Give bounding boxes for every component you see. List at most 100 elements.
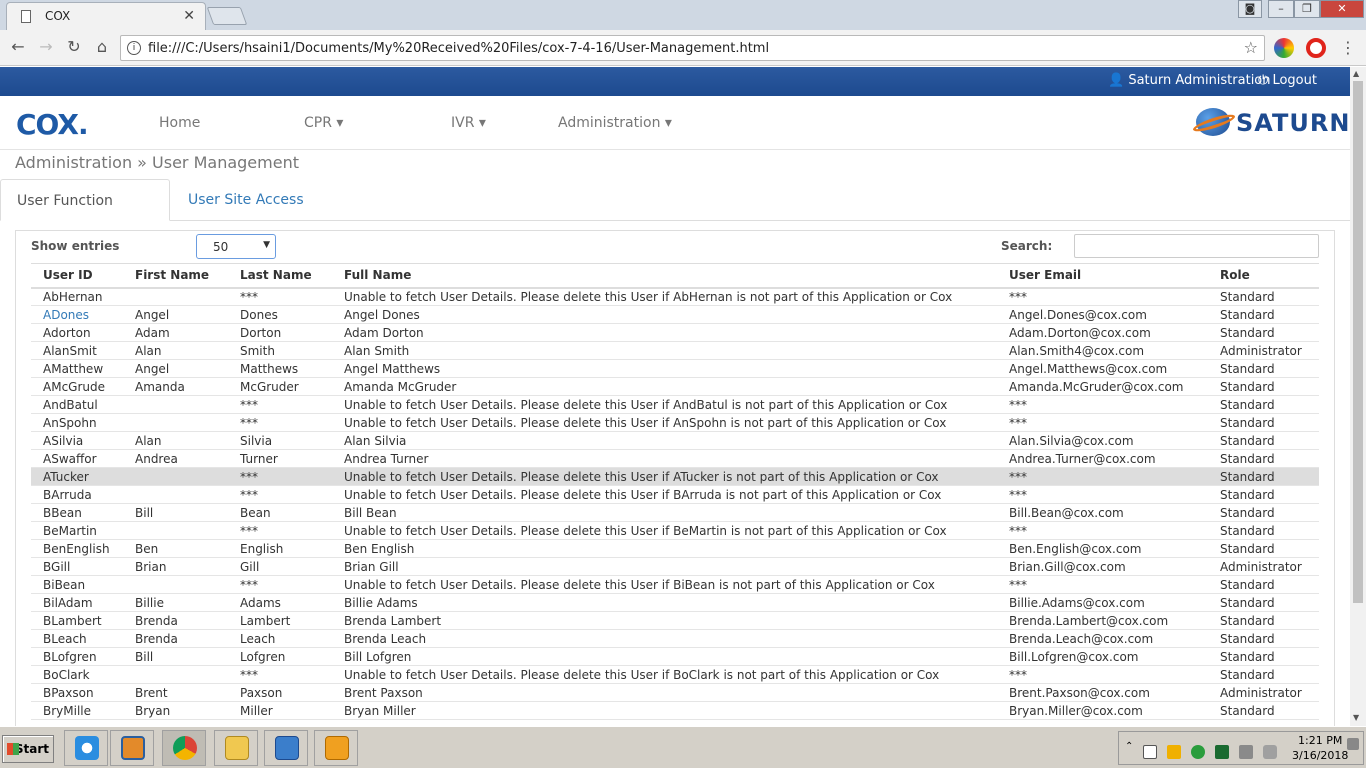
profile-icon[interactable]: ◙ (1238, 0, 1262, 18)
taskbar-ie[interactable] (64, 730, 108, 766)
user-id-cell[interactable]: AndBatul (31, 395, 123, 414)
column-header[interactable]: First Name (123, 263, 228, 289)
user-account[interactable]: 👤 Saturn Administration (1108, 73, 1271, 88)
tab-user-site-access[interactable]: User Site Access (172, 179, 320, 221)
table-row[interactable]: BenEnglish Ben English Ben English Ben.Engli… (31, 539, 1319, 558)
user-id-cell[interactable]: Adorton (31, 323, 123, 342)
taskbar-chrome[interactable] (162, 730, 206, 766)
search-input[interactable] (1074, 234, 1319, 258)
browser-tab[interactable]: COX ✕ (6, 2, 206, 30)
info-icon[interactable]: i (127, 41, 141, 55)
tab-user-function-access[interactable]: User Function Access (0, 179, 170, 251)
column-header[interactable]: Role (1208, 263, 1319, 289)
volume-icon[interactable] (1263, 745, 1277, 759)
page-scrollbar[interactable]: ▲ ▼ (1350, 67, 1366, 726)
column-header[interactable]: User Email (997, 263, 1208, 289)
user-id-cell[interactable]: BBean (31, 503, 123, 522)
table-row[interactable]: ASilvia Alan Silvia Alan Silvia Alan.Silvia@… (31, 431, 1319, 450)
scroll-up-icon[interactable]: ▲ (1353, 69, 1359, 78)
table-row[interactable]: BeMartin *** Unable to fetch User Details.… (31, 521, 1319, 540)
user-id-cell[interactable]: ADones (31, 305, 123, 324)
table-row[interactable]: AMcGrude Amanda McGruder Amanda McGruder Ama… (31, 377, 1319, 396)
user-id-cell[interactable]: BryMille (31, 701, 123, 720)
table-row[interactable]: BLambert Brenda Lambert Brenda Lambert Brend… (31, 611, 1319, 630)
nav-cpr[interactable]: CPR ▾ (304, 115, 343, 131)
security-icon[interactable] (1215, 745, 1229, 759)
user-id-cell[interactable]: BoClark (31, 665, 123, 684)
scroll-down-icon[interactable]: ▼ (1353, 713, 1359, 722)
show-hidden-icons[interactable]: ⌃ (1125, 741, 1133, 752)
table-row[interactable]: BGill Brian Gill Brian Gill Brian.Gill@cox.c… (31, 557, 1319, 576)
table-row[interactable]: ATucker *** Unable to fetch User Details. … (31, 467, 1319, 486)
user-id-cell[interactable]: AbHernan (31, 287, 123, 306)
logout-link[interactable]: ⏻ Logout (1258, 73, 1317, 88)
taskbar-remote-desktop[interactable] (264, 730, 308, 766)
sync-icon[interactable] (1191, 745, 1205, 759)
user-id-cell[interactable]: BenEnglish (31, 539, 123, 558)
taskbar-explorer[interactable] (214, 730, 258, 766)
clock[interactable]: 1:21 PM 3/16/2018 (1292, 733, 1348, 763)
table-row[interactable]: BiBean *** Unable to fetch User Details. P… (31, 575, 1319, 594)
user-id-cell[interactable]: ASilvia (31, 431, 123, 450)
table-row[interactable]: BilAdam Billie Adams Billie Adams Billie.Ada… (31, 593, 1319, 612)
extension-icon[interactable] (1274, 38, 1294, 58)
address-bar[interactable]: i file:///C:/Users/hsaini1/Documents/My%… (120, 35, 1265, 61)
user-id-cell[interactable]: BiBean (31, 575, 123, 594)
table-row[interactable]: Adorton Adam Dorton Adam Dorton Adam.Dorton@… (31, 323, 1319, 342)
user-id-cell[interactable]: BilAdam (31, 593, 123, 612)
reload-icon[interactable]: ↻ (62, 36, 86, 60)
user-id-cell[interactable]: BPaxson (31, 683, 123, 702)
user-id-cell[interactable]: AMatthew (31, 359, 123, 378)
user-id-cell[interactable]: BLambert (31, 611, 123, 630)
user-id-cell[interactable]: ATucker (31, 467, 123, 486)
user-id-cell[interactable]: BArruda (31, 485, 123, 504)
user-id-cell[interactable]: BLofgren (31, 647, 123, 666)
column-header[interactable]: User ID (31, 263, 123, 289)
table-row[interactable]: BLofgren Bill Lofgren Bill Lofgren Bill.Lofg… (31, 647, 1319, 666)
column-header[interactable]: Full Name (332, 263, 997, 289)
flag-icon[interactable] (1143, 745, 1157, 759)
table-row[interactable]: BoClark *** Unable to fetch User Details. … (31, 665, 1319, 684)
nav-administration[interactable]: Administration ▾ (558, 115, 672, 131)
user-id-cell[interactable]: ASwaffor (31, 449, 123, 468)
forward-icon[interactable]: → (34, 36, 58, 60)
table-row[interactable]: BArruda *** Unable to fetch User Details. … (31, 485, 1319, 504)
user-id-cell[interactable]: AlanSmit (31, 341, 123, 360)
table-row[interactable]: AlanSmit Alan Smith Alan Smith Alan.Smith4@c… (31, 341, 1319, 360)
table-row[interactable]: BLeach Brenda Leach Brenda Leach Brenda.Leac… (31, 629, 1319, 648)
action-center-icon[interactable] (1347, 738, 1359, 750)
user-id-cell[interactable]: BLeach (31, 629, 123, 648)
user-id-cell[interactable]: BGill (31, 557, 123, 576)
browser-menu-icon[interactable]: ⋮ (1340, 38, 1356, 57)
table-row[interactable]: AnSpohn *** Unable to fetch User Details. … (31, 413, 1319, 432)
table-row[interactable]: AMatthew Angel Matthews Angel Matthews Angel… (31, 359, 1319, 378)
table-row[interactable]: ASwaffor Andrea Turner Andrea Turner Andrea.… (31, 449, 1319, 468)
table-row[interactable]: AndBatul *** Unable to fetch User Details.… (31, 395, 1319, 414)
back-icon[interactable]: ← (6, 36, 30, 60)
taskbar-outlook[interactable] (314, 730, 358, 766)
restore-button[interactable]: ❐ (1294, 0, 1320, 18)
opera-extension-icon[interactable] (1306, 38, 1326, 58)
table-row[interactable]: BPaxson Brent Paxson Brent Paxson Brent.Paxs… (31, 683, 1319, 702)
new-tab-button[interactable] (206, 7, 248, 25)
start-button[interactable]: Start (2, 735, 54, 763)
scrollbar-thumb[interactable] (1353, 81, 1363, 603)
column-header[interactable]: Last Name (228, 263, 332, 289)
bookmark-star-icon[interactable]: ☆ (1244, 38, 1258, 57)
window-close-button[interactable]: ✕ (1320, 0, 1364, 18)
taskbar-media-player[interactable] (110, 730, 154, 766)
close-tab-icon[interactable]: ✕ (183, 8, 195, 24)
entries-select[interactable]: 50 ▼ (196, 234, 276, 259)
nav-home[interactable]: Home (159, 115, 200, 131)
cox-logo[interactable]: COX. (16, 108, 89, 141)
user-id-cell[interactable]: AMcGrude (31, 377, 123, 396)
user-id-cell[interactable]: BeMartin (31, 521, 123, 540)
table-row[interactable]: AbHernan *** Unable to fetch User Details.… (31, 287, 1319, 306)
network-icon[interactable] (1239, 745, 1253, 759)
nav-ivr[interactable]: IVR ▾ (451, 115, 486, 131)
user-id-cell[interactable]: AnSpohn (31, 413, 123, 432)
minimize-button[interactable]: – (1268, 0, 1294, 18)
table-row[interactable]: ADones Angel Dones Angel Dones Angel.Dones@c… (31, 305, 1319, 324)
home-icon[interactable]: ⌂ (90, 36, 114, 60)
table-row[interactable]: BBean Bill Bean Bill Bean Bill.Bean@cox.com S… (31, 503, 1319, 522)
